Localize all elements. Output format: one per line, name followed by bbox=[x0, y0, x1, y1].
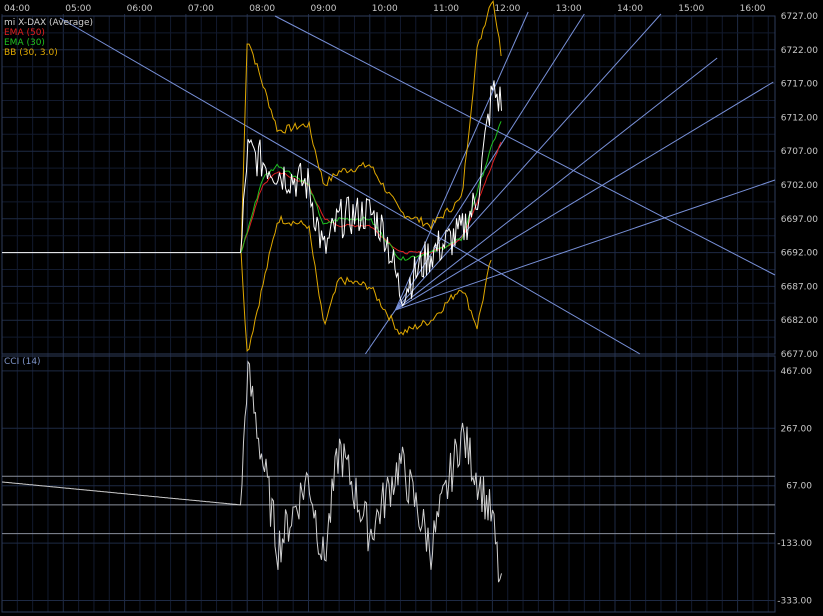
price-tick-label: 6727.00 bbox=[781, 12, 818, 22]
price-tick-label: 6687.00 bbox=[781, 282, 818, 292]
price-tick-label: 6722.00 bbox=[781, 46, 818, 56]
price-tick-label: 6692.00 bbox=[781, 249, 818, 259]
price-tick-label: 6717.00 bbox=[781, 80, 818, 90]
time-tick-label: 11:00 bbox=[433, 4, 459, 14]
legend-entry: BB (30, 3.0) bbox=[4, 48, 58, 58]
time-tick-label: 12:00 bbox=[494, 4, 520, 14]
price-tick-label: 6682.00 bbox=[781, 316, 818, 326]
cci-tick-label: -133.00 bbox=[777, 539, 812, 549]
time-tick-label: 10:00 bbox=[372, 4, 398, 14]
chart: 04:00 05:00 06:00 07:00 08:00 09:00 10:00 11:00… bbox=[0, 0, 823, 616]
time-tick-label: 14:00 bbox=[617, 4, 643, 14]
time-tick-label: 15:00 bbox=[678, 4, 704, 14]
cci-legend: CCI (14) bbox=[4, 357, 41, 367]
price-tick-label: 6702.00 bbox=[781, 181, 818, 191]
time-tick-label: 05:00 bbox=[65, 4, 91, 14]
price-tick-label: 6712.00 bbox=[781, 113, 818, 123]
cci-tick-label: 467.00 bbox=[781, 367, 813, 377]
price-tick-label: 6707.00 bbox=[781, 147, 818, 157]
time-tick-label: 07:00 bbox=[188, 4, 214, 14]
time-tick-label: 08:00 bbox=[249, 4, 275, 14]
cci-tick-label: -333.00 bbox=[777, 597, 812, 607]
price-tick-label: 6677.00 bbox=[781, 350, 818, 360]
legend-entry: EMA (30) bbox=[4, 38, 45, 48]
cci-tick-label: 267.00 bbox=[781, 424, 813, 434]
time-tick-label: 09:00 bbox=[311, 4, 337, 14]
legend-entry: mi X-DAX (Average) bbox=[4, 18, 93, 28]
time-tick-label: 04:00 bbox=[4, 4, 30, 14]
legend-entry: EMA (50) bbox=[4, 28, 45, 38]
time-tick-label: 06:00 bbox=[127, 4, 153, 14]
cci-tick-label: 67.00 bbox=[786, 482, 812, 492]
legend-entry: CCI (14) bbox=[4, 357, 41, 367]
background bbox=[0, 0, 823, 616]
price-tick-label: 6697.00 bbox=[781, 215, 818, 225]
time-tick-label: 13:00 bbox=[556, 4, 582, 14]
time-tick-label: 16:00 bbox=[740, 4, 766, 14]
